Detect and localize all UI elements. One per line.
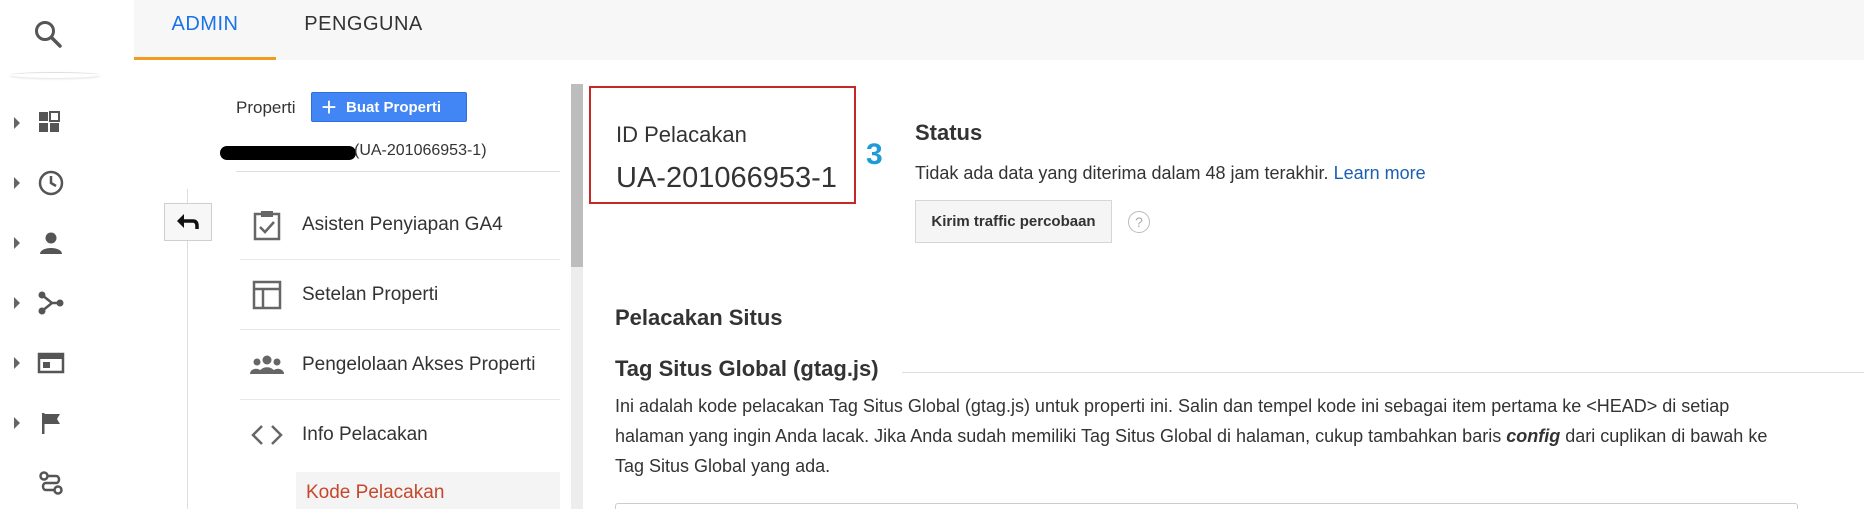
tracking-id-heading: ID Pelacakan xyxy=(616,122,747,147)
rail-item-behavior[interactable] xyxy=(14,348,74,378)
tab-admin[interactable]: ADMIN xyxy=(134,0,276,60)
gtag-heading: Tag Situs Global (gtag.js) xyxy=(615,356,879,381)
rail-item-conversions[interactable] xyxy=(14,408,74,438)
code-icon xyxy=(251,425,283,445)
create-property-label: Buat Properti xyxy=(346,98,442,116)
nav-scrollbar-thumb[interactable] xyxy=(571,84,583,267)
gtag-description-line: Tag Situs Global yang ada. xyxy=(615,456,831,476)
caret-right-icon xyxy=(14,417,20,429)
layout-icon xyxy=(252,280,282,310)
nav-item-property-settings[interactable]: Setelan Properti xyxy=(240,260,560,330)
nav-item-label: Setelan Properti xyxy=(302,284,439,305)
status-heading: Status xyxy=(915,120,983,145)
rail-item-dashboards[interactable] xyxy=(14,108,74,138)
step-number-annotation: 3 xyxy=(866,138,883,171)
send-test-traffic-button[interactable]: Kirim traffic percobaan xyxy=(915,200,1112,243)
gtag-description-line: Ini adalah kode pelacakan Tag Situs Glob… xyxy=(615,396,1730,416)
redacted-property-name xyxy=(220,146,356,160)
acquisition-icon xyxy=(38,291,64,315)
caret-right-icon xyxy=(14,297,20,309)
caret-right-icon xyxy=(14,357,20,369)
property-selector-underline xyxy=(236,171,560,172)
site-tracking-heading: Pelacakan Situs xyxy=(615,305,783,330)
status-message: Tidak ada data yang diterima dalam 48 ja… xyxy=(915,163,1329,183)
rail-item-attribution[interactable] xyxy=(14,468,74,498)
rail-item-acquisition[interactable] xyxy=(14,288,74,318)
gtag-text: dari cuplikan di bawah ke xyxy=(1560,426,1768,446)
learn-more-link[interactable]: Learn more xyxy=(1334,163,1426,183)
nav-scrollbar[interactable] xyxy=(571,84,583,509)
plus-icon: + xyxy=(321,92,337,122)
search-icon[interactable] xyxy=(30,16,66,52)
tracking-id-box: ID Pelacakan UA-201066953-1 xyxy=(589,86,856,204)
person-icon xyxy=(40,232,62,254)
caret-right-icon xyxy=(14,237,20,249)
nav-item-label: Asisten Penyiapan GA4 xyxy=(302,214,503,235)
gtag-divider xyxy=(902,372,1864,373)
rail-item-audience[interactable] xyxy=(14,228,74,258)
nav-item-property-access[interactable]: Pengelolaan Akses Properti xyxy=(240,330,560,400)
flag-icon xyxy=(42,413,60,434)
nav-item-ga4-setup[interactable]: Asisten Penyiapan GA4 xyxy=(240,190,560,260)
caret-right-icon xyxy=(14,117,20,129)
tracking-id-value: UA-201066953-1 xyxy=(616,162,837,194)
gtag-text: halaman yang ingin Anda lacak. Jika Anda… xyxy=(615,426,1507,446)
tab-users[interactable]: PENGGUNA xyxy=(276,0,451,60)
nav-item-tracking-info[interactable]: Info Pelacakan xyxy=(240,400,560,470)
top-tab-bar: ADMIN PENGGUNA xyxy=(134,0,1864,60)
property-selector[interactable]: (UA-201066953-1) xyxy=(220,142,560,166)
clock-icon xyxy=(38,170,64,196)
gtag-description-line: halaman yang ingin Anda lacak. Jika Anda… xyxy=(615,421,1864,451)
route-icon xyxy=(39,471,63,495)
gtag-description: Ini adalah kode pelacakan Tag Situs Glob… xyxy=(615,391,1864,481)
nav-subitem-label: Kode Pelacakan xyxy=(306,482,445,503)
nav-item-label: Pengelolaan Akses Properti xyxy=(302,354,536,375)
clipboard-check-icon xyxy=(253,211,281,241)
people-icon xyxy=(250,355,284,374)
back-button[interactable] xyxy=(164,203,212,241)
property-id-text: (UA-201066953-1) xyxy=(354,142,487,159)
caret-right-icon xyxy=(14,177,20,189)
nav-subitem-tracking-code[interactable]: Kode Pelacakan xyxy=(296,472,560,509)
gtag-code-box[interactable] xyxy=(615,503,1798,509)
create-property-button[interactable]: + Buat Properti xyxy=(311,92,467,122)
rail-divider xyxy=(10,72,100,78)
dashboard-add-icon xyxy=(39,111,60,132)
help-icon[interactable]: ? xyxy=(1128,211,1150,233)
status-text: Tidak ada data yang diterima dalam 48 ja… xyxy=(915,163,1426,184)
back-arrow-icon xyxy=(177,214,199,229)
property-label: Properti xyxy=(236,98,296,117)
behavior-window-icon xyxy=(37,352,65,374)
rail-item-realtime[interactable] xyxy=(14,168,74,198)
config-keyword: config xyxy=(1506,426,1561,446)
left-rail xyxy=(0,0,134,509)
nav-item-label: Info Pelacakan xyxy=(302,424,428,445)
